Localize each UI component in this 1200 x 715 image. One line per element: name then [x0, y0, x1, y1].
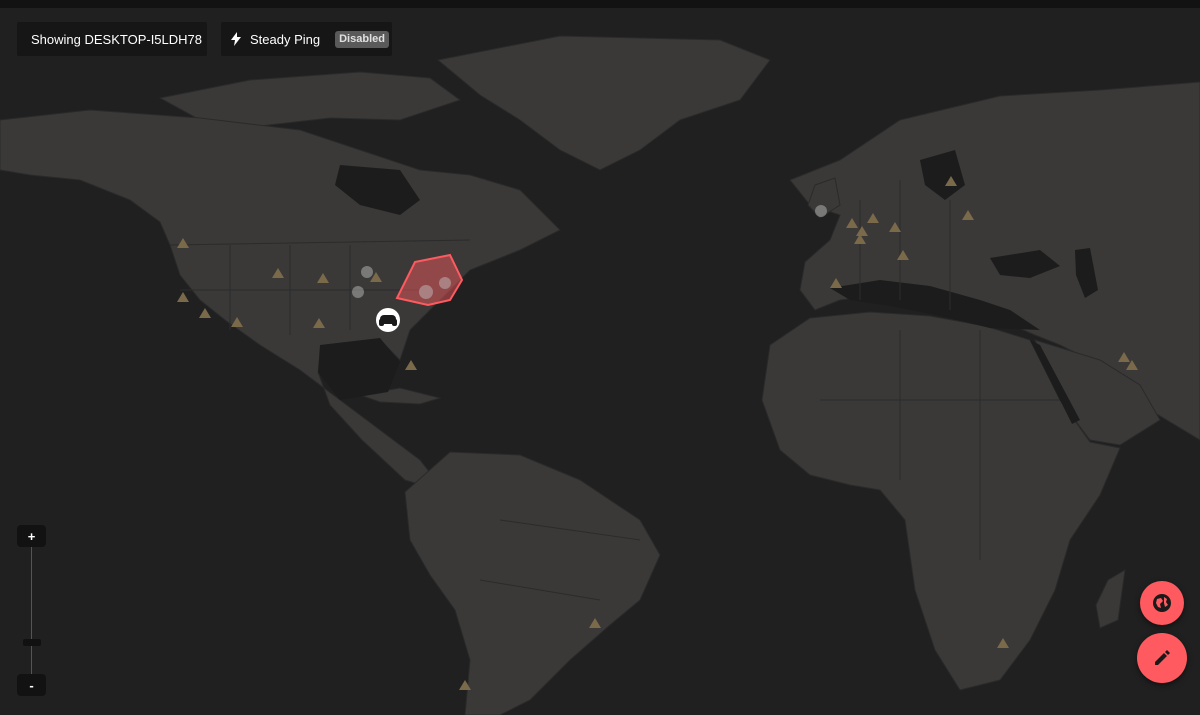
peer-marker[interactable] — [361, 266, 373, 278]
device-label: Showing DESKTOP-I5LDH78 — [31, 31, 203, 47]
device-indicator: Showing DESKTOP-I5LDH78 — [17, 22, 207, 56]
edit-button[interactable] — [1137, 633, 1187, 683]
land-arctic-islands — [158, 71, 462, 127]
steady-ping-toggle[interactable]: Steady Ping Disabled — [221, 22, 392, 56]
zoom-out-button[interactable]: - — [17, 674, 46, 696]
peer-marker[interactable] — [815, 205, 827, 217]
peer-marker[interactable] — [419, 285, 433, 299]
ping-status-badge: Disabled — [335, 30, 389, 48]
land-south-america — [404, 451, 661, 715]
region-button[interactable] — [1140, 581, 1184, 625]
land-madagascar — [1095, 569, 1126, 629]
player-location-marker[interactable] — [376, 308, 400, 332]
server-marker[interactable] — [405, 360, 417, 370]
server-marker[interactable] — [177, 292, 189, 302]
pencil-icon — [1155, 650, 1170, 665]
server-marker[interactable] — [199, 308, 211, 318]
map-canvas[interactable] — [0, 8, 1200, 715]
land-north-america — [0, 109, 561, 493]
zoom-slider-track[interactable] — [31, 547, 32, 674]
zoom-in-button[interactable]: + — [17, 525, 46, 547]
peer-marker[interactable] — [439, 277, 451, 289]
top-bar — [0, 0, 1200, 8]
zoom-slider-handle[interactable] — [23, 638, 41, 646]
land-greenland — [436, 35, 771, 171]
lightning-bolt-icon — [231, 32, 241, 46]
globe-icon — [1153, 594, 1171, 612]
steady-ping-label: Steady Ping — [250, 31, 321, 47]
gulf-of-mexico — [318, 338, 400, 400]
peer-marker[interactable] — [352, 286, 364, 298]
world-map[interactable] — [0, 8, 1200, 715]
